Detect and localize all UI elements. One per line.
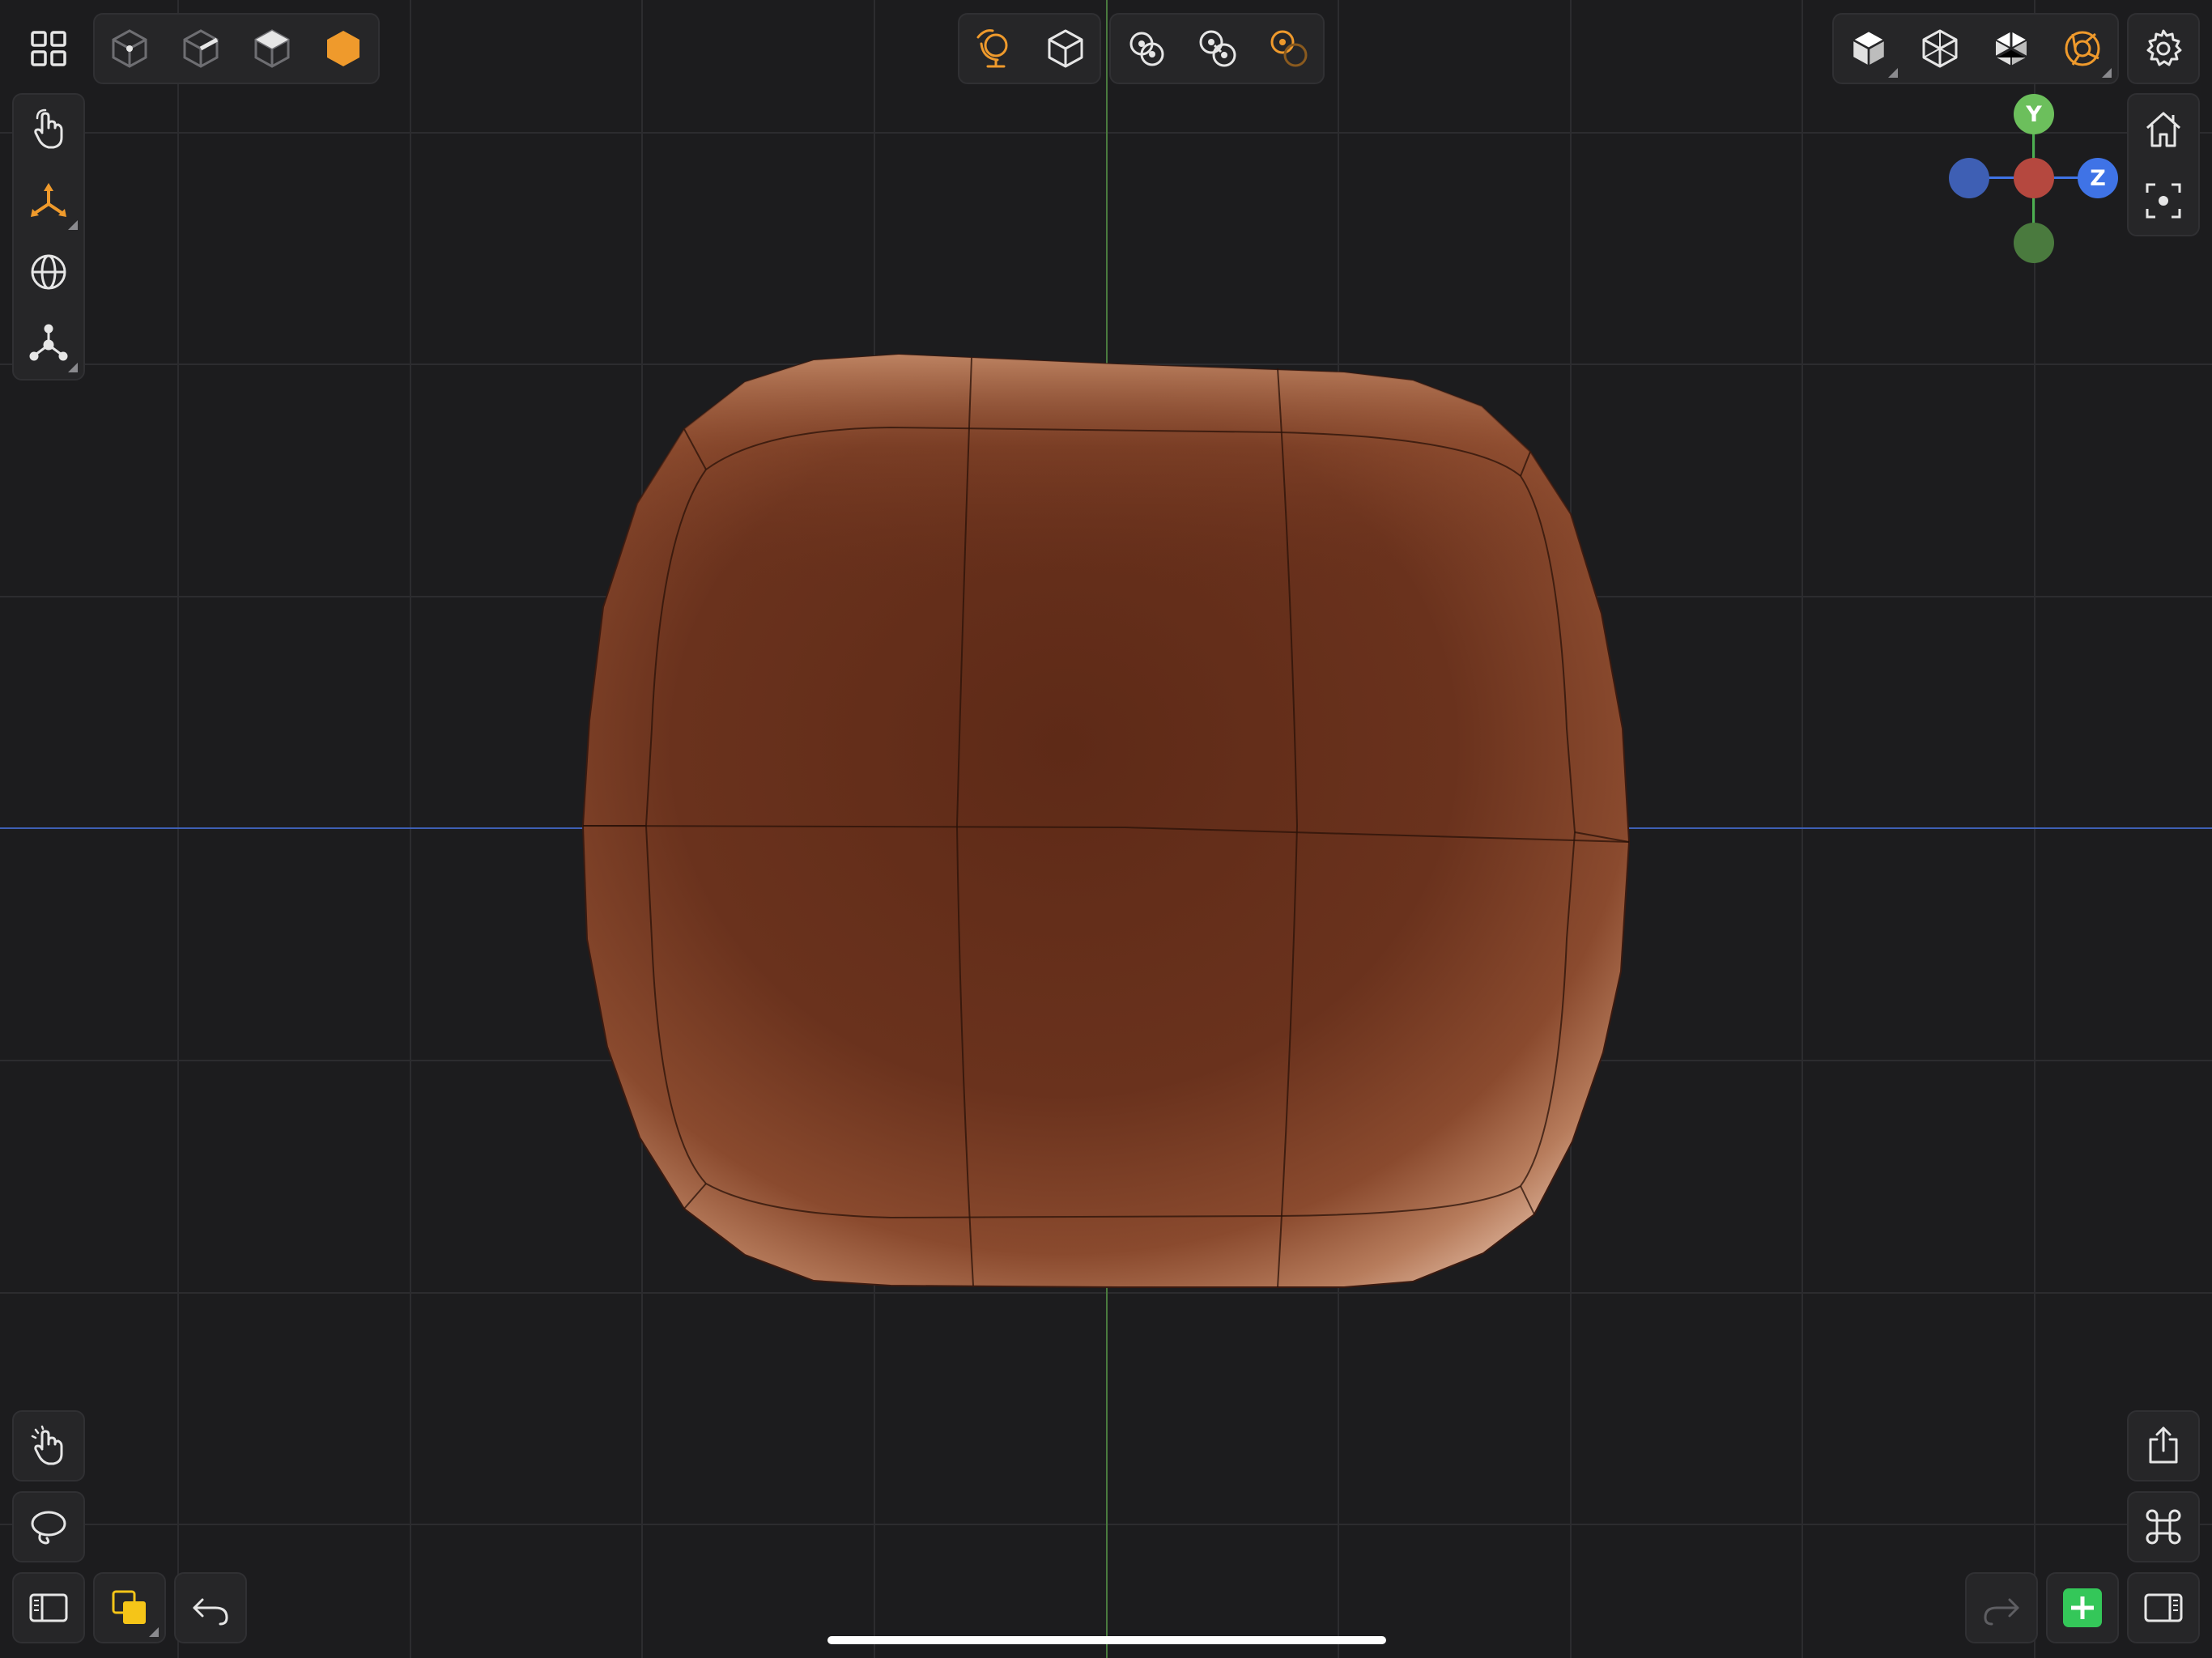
undo-icon [193, 1598, 228, 1626]
hand-touch-icon [34, 108, 63, 149]
home-indicator[interactable] [827, 1636, 1386, 1644]
gizmo-z-pos[interactable]: Z [2078, 158, 2118, 198]
edge-select-icon [183, 29, 219, 68]
gizmo-z-neg[interactable] [1949, 158, 1989, 198]
face-select-button[interactable] [240, 16, 304, 81]
axis-gizmo[interactable]: Y Z [1942, 91, 2118, 263]
vertex-select-icon [112, 29, 147, 68]
undo-button[interactable] [178, 1575, 243, 1640]
move-gizmo-button[interactable] [16, 168, 81, 233]
wireframe-shading-icon [1922, 29, 1958, 68]
object-select-icon [327, 31, 359, 66]
lasso-icon [31, 1511, 66, 1545]
mesh-object[interactable] [581, 353, 1631, 1288]
focus-frame-button[interactable] [2131, 168, 2196, 233]
global-space-button[interactable] [16, 240, 81, 304]
add-object-icon [2063, 1588, 2102, 1627]
gizmo-y-pos[interactable]: Y [2014, 94, 2054, 134]
command-button[interactable] [2131, 1494, 2196, 1559]
cube-view-icon [1048, 29, 1083, 68]
redo-button[interactable] [1969, 1575, 2034, 1640]
move-gizmo-icon [31, 183, 66, 217]
edge-select-button[interactable] [168, 16, 233, 81]
grid-menu-button[interactable] [16, 16, 81, 81]
pivot-button[interactable] [16, 311, 81, 376]
add-object-button[interactable] [2050, 1575, 2115, 1640]
cube-view-button[interactable] [1033, 16, 1098, 81]
command-icon [2146, 1509, 2181, 1545]
render-shading-button[interactable] [2050, 16, 2115, 81]
grid-menu-icon [31, 31, 66, 66]
share-icon [2149, 1426, 2178, 1464]
vertex-select-button[interactable] [97, 16, 162, 81]
pivot-icon [29, 324, 68, 361]
hand-touch-button[interactable] [16, 97, 81, 162]
gizmo-z-label: Z [2090, 165, 2106, 191]
redo-icon [1984, 1598, 2019, 1626]
gizmo-y-neg[interactable] [2014, 223, 2054, 263]
snap-target-icon [1270, 30, 1308, 67]
share-button[interactable] [2131, 1414, 2196, 1478]
tap-gesture-icon [31, 1425, 63, 1465]
material-swatch-icon [112, 1590, 146, 1624]
viewport-3d[interactable] [0, 0, 2212, 1658]
gizmo-y-label: Y [2026, 101, 2042, 127]
global-space-icon [31, 254, 66, 290]
focus-frame-icon [2146, 183, 2181, 219]
material-swatch-button[interactable] [97, 1575, 162, 1640]
object-select-button[interactable] [311, 16, 376, 81]
xray-shading-icon [1994, 30, 2028, 67]
left-sidebar-button[interactable] [16, 1575, 81, 1640]
solid-shading-icon [1851, 29, 1887, 68]
gizmo-x-pos[interactable] [2014, 158, 2054, 198]
home-view-icon [2146, 112, 2181, 147]
settings-gear-icon [2146, 29, 2182, 66]
snap-circles-button[interactable] [1114, 16, 1179, 81]
wireframe-shading-button[interactable] [1908, 16, 1972, 81]
right-sidebar-icon [2144, 1593, 2183, 1622]
lasso-button[interactable] [16, 1494, 81, 1559]
home-view-button[interactable] [2131, 97, 2196, 162]
snap-link-button[interactable] [1185, 16, 1250, 81]
right-sidebar-button[interactable] [2131, 1575, 2196, 1640]
render-shading-icon [2065, 31, 2100, 66]
snap-link-icon [1199, 30, 1236, 67]
orbit-globe-button[interactable] [962, 16, 1027, 81]
solid-shading-button[interactable] [1836, 16, 1901, 81]
snap-target-button[interactable] [1257, 16, 1321, 81]
left-sidebar-icon [29, 1593, 68, 1622]
xray-shading-button[interactable] [1979, 16, 2044, 81]
settings-button[interactable] [2131, 16, 2196, 81]
orbit-globe-icon [976, 29, 1008, 68]
face-select-icon [254, 29, 290, 68]
snap-circles-icon [1129, 32, 1164, 66]
tap-gesture-button[interactable] [16, 1414, 81, 1478]
